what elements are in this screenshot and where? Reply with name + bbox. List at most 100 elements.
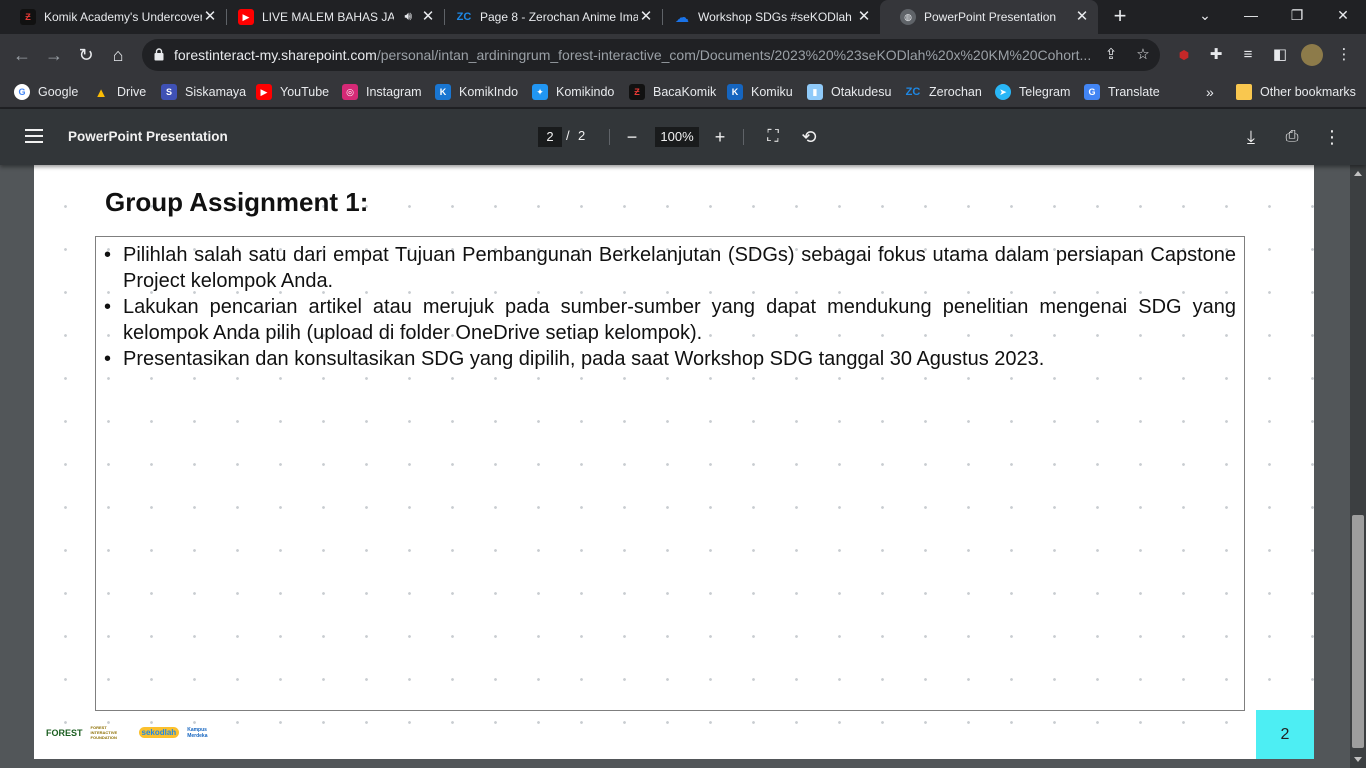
extensions-puzzle-icon[interactable]: ✚ [1205,44,1227,66]
tab-komik[interactable]: Ƶ Komik Academy's Undercover ✕ [0,0,226,34]
drive-icon: ▲ [94,84,108,100]
close-tab-icon[interactable]: ✕ [420,9,436,25]
tab-title: Page 8 - Zerochan Anime Ima [480,10,638,24]
browser-toolbar: ← → ↻ ⌂ forestinteract-my.sharepoint.com… [0,34,1366,76]
instagram-icon: ◎ [342,84,358,100]
close-tab-icon[interactable]: ✕ [1074,9,1090,25]
tab-youtube[interactable]: ▶ LIVE MALEM BAHAS JAJA 🔊︎ ✕ [218,0,444,34]
bookmark-label: Komiku [751,85,793,99]
tab-workshop[interactable]: ☁ Workshop SDGs #seKODlah ✕ [654,0,880,34]
translate-icon: G [1084,84,1100,100]
reload-button[interactable]: ↻ [72,41,100,69]
bullet-item: Pilihlah salah satu dari empat Tujuan Pe… [104,242,1236,294]
close-tab-icon[interactable]: ✕ [856,9,872,25]
bookmark-siskamaya[interactable]: S Siskamaya [161,82,246,102]
komikindo-icon: ✦ [532,84,548,100]
profile-avatar[interactable] [1301,44,1323,66]
bookmark-drive[interactable]: ▲ Drive [93,82,147,102]
pdf-more-icon[interactable]: ⋮ [1320,125,1344,149]
folder-icon [1236,84,1252,100]
bookmark-bacakomik[interactable]: Ƶ BacaKomik [629,82,716,102]
slide-content-box: Pilihlah salah satu dari empat Tujuan Pe… [95,236,1245,711]
telegram-icon: ➤ [995,84,1011,100]
bacakomik-icon: Ƶ [629,84,645,100]
home-button[interactable]: ⌂ [104,41,132,69]
fit-to-page-icon[interactable]: ⛶ [761,125,785,149]
restore-button[interactable]: ❐ [1274,0,1320,30]
scroll-up-arrow-icon[interactable] [1354,171,1362,176]
forest-logo: FOREST [46,727,83,738]
bookmark-label: KomikIndo [459,85,519,99]
bookmark-zerochan[interactable]: ZC Zerochan [905,82,982,102]
kampus-merdeka-logo: Kampus Merdeka [187,726,208,739]
other-bookmarks[interactable]: Other bookmarks [1236,82,1356,102]
url-host: forestinteract-my.sharepoint.com [174,47,377,63]
google-icon: G [14,84,30,100]
siskamaya-icon: S [161,84,177,100]
slide-title: Group Assignment 1: [105,187,369,217]
url-text[interactable]: forestinteract-my.sharepoint.com/persona… [174,47,1094,63]
close-window-button[interactable]: ✕ [1320,0,1366,30]
pdf-viewer[interactable]: Group Assignment 1: Pilihlah salah satu … [0,165,1350,768]
download-icon[interactable]: ⤓ [1239,125,1263,149]
bookmark-label: YouTube [280,85,330,99]
media-control-icon[interactable]: ≡ [1237,44,1259,66]
print-icon[interactable]: ⎙ [1280,125,1304,149]
close-tab-icon[interactable]: ✕ [202,9,218,25]
bookmark-instagram[interactable]: ◎ Instagram [342,82,422,102]
bookmark-komikindo[interactable]: K KomikIndo [435,82,518,102]
komikindo-icon: K [435,84,451,100]
tab-zerochan[interactable]: ZC Page 8 - Zerochan Anime Ima ✕ [436,0,662,34]
bookmarks-bar: G Google ▲ Drive S Siskamaya ▶ YouTube ◎ Inst… [0,76,1366,108]
bullet-item: Lakukan pencarian artikel atau merujuk p… [104,294,1236,346]
scrollbar-thumb[interactable] [1352,515,1364,748]
sekodlah-logo: sekodlah [138,727,180,738]
vertical-scrollbar[interactable] [1350,165,1366,768]
youtube-icon: ▶ [238,9,254,25]
back-button[interactable]: ← [8,41,36,69]
address-bar[interactable]: forestinteract-my.sharepoint.com/persona… [142,39,1160,71]
komik-icon: Ƶ [20,9,36,25]
tab-powerpoint[interactable]: ◍ PowerPoint Presentation ✕ [880,0,1098,34]
komiku-icon: K [727,84,743,100]
close-tab-icon[interactable]: ✕ [638,9,654,25]
page-total: 2 [578,128,586,143]
page-number-input[interactable]: 2 [538,127,562,147]
pdf-toolbar: PowerPoint Presentation 2 / 2 − 100% + ⛶… [0,109,1366,165]
tab-title: LIVE MALEM BAHAS JAJA [262,10,394,24]
bookmark-google[interactable]: G Google [14,82,78,102]
tab-search-icon[interactable]: ⌄ [1182,0,1228,30]
rotate-icon[interactable]: ⟲ [797,125,821,149]
zerochan-icon: ZC [905,86,921,98]
bookmarks-overflow-button[interactable]: » [1206,82,1214,102]
zoom-in-button[interactable]: + [708,125,732,149]
bookmark-telegram[interactable]: ➤ Telegram [995,82,1070,102]
chrome-menu-icon[interactable]: ⋮ [1333,44,1355,66]
share-icon[interactable]: ⇪ [1102,46,1120,64]
tab-title: Komik Academy's Undercover [44,10,202,24]
bookmark-komiku[interactable]: K Komiku [727,82,793,102]
bookmark-translate[interactable]: G Translate [1084,82,1160,102]
ublock-icon[interactable]: ⬢ [1173,44,1195,66]
side-panel-icon[interactable]: ◧ [1269,44,1291,66]
bookmark-youtube[interactable]: ▶ YouTube [256,82,329,102]
url-path: /personal/intan_ardiningrum_forest-inter… [376,47,1092,63]
zoom-level-input[interactable]: 100% [655,127,699,147]
bookmark-komikindo-2[interactable]: ✦ Komikindo [532,82,614,102]
tab-title: PowerPoint Presentation [924,10,1057,24]
new-tab-button[interactable]: + [1108,5,1132,29]
forest-foundation-logo: FOREST INTERACTIVE FOUNDATION [90,725,118,740]
forward-button[interactable]: → [40,41,68,69]
scroll-down-arrow-icon[interactable] [1354,757,1362,762]
bookmark-otakudesu[interactable]: ▮ Otakudesu [807,82,891,102]
zerochan-icon: ZC [456,11,472,23]
lock-icon[interactable] [154,48,164,61]
zoom-out-button[interactable]: − [620,125,644,149]
minimize-button[interactable]: — [1228,0,1274,30]
bookmark-star-icon[interactable]: ☆ [1134,46,1152,64]
audio-playing-icon[interactable]: 🔊︎ [404,9,412,24]
bookmark-label: Zerochan [929,85,982,99]
page-separator: / [566,128,570,143]
bookmark-label: Siskamaya [185,85,247,99]
pdf-menu-icon[interactable] [22,125,46,149]
